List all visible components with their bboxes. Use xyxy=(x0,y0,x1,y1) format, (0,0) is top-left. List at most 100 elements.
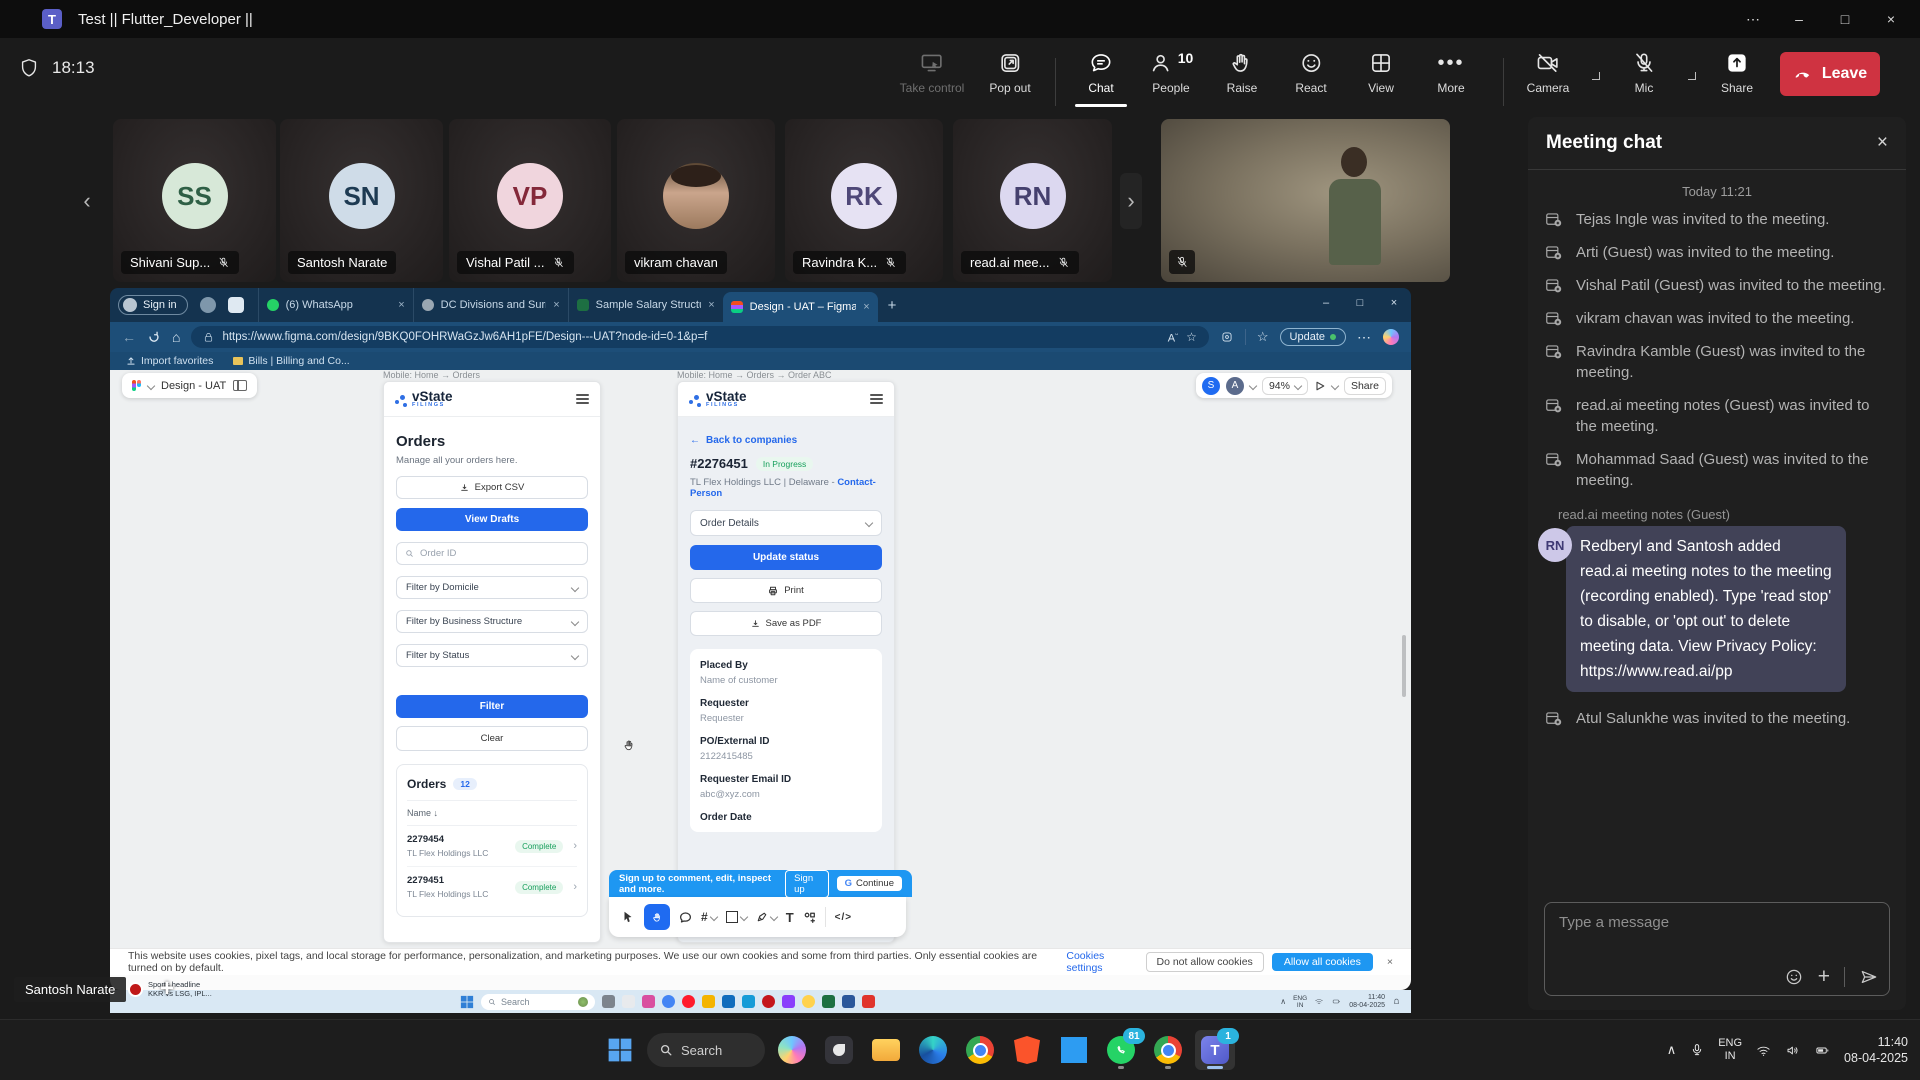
hamburger-menu-icon[interactable] xyxy=(576,391,589,406)
window-more-button[interactable]: ⋯ xyxy=(1730,0,1776,38)
filter-status-select[interactable]: Filter by Status xyxy=(396,644,588,667)
tiles-scroll-right-button[interactable]: › xyxy=(1120,173,1142,229)
home-button[interactable]: ⌂ xyxy=(172,329,180,345)
participant-tile[interactable]: vikram chavan xyxy=(617,119,775,282)
participant-tile[interactable]: VP Vishal Patil ... xyxy=(449,119,611,282)
system-clock[interactable]: 11:4008-04-2025 xyxy=(1844,1034,1908,1066)
zoom-control[interactable]: 94% xyxy=(1262,377,1308,395)
browser-tab[interactable]: (6) WhatsApp× xyxy=(258,288,413,322)
file-explorer-icon[interactable] xyxy=(866,1030,906,1070)
browser-close-button[interactable]: × xyxy=(1377,288,1411,318)
vscode-icon[interactable] xyxy=(1054,1030,1094,1070)
browser-tab[interactable]: DC Divisions and Surroundings× xyxy=(413,288,568,322)
resources-tool[interactable] xyxy=(803,911,816,924)
back-button[interactable]: ← xyxy=(122,329,136,345)
copilot-app-icon[interactable] xyxy=(772,1030,812,1070)
extensions-icon[interactable] xyxy=(1220,330,1234,344)
figma-share-button[interactable]: Share xyxy=(1344,377,1386,395)
raise-hand-button[interactable]: Raise xyxy=(1227,50,1258,95)
participant-tile[interactable]: RK Ravindra K... xyxy=(785,119,943,282)
comment-tool-icon[interactable] xyxy=(679,911,692,924)
taskbar-search[interactable]: Search xyxy=(647,1033,765,1067)
attach-plus-icon[interactable]: + xyxy=(1818,968,1830,986)
collaborator-avatar[interactable]: S xyxy=(1202,377,1220,395)
mic-options-chevron[interactable] xyxy=(1688,72,1696,80)
tray-chevron-icon[interactable]: ∧ xyxy=(1280,997,1286,1006)
order-row[interactable]: 2279454TL Flex Holdings LLC Complete › xyxy=(407,826,577,867)
cookie-close-icon[interactable]: × xyxy=(1387,956,1393,968)
bookmark-import[interactable]: Import favorites xyxy=(126,355,213,367)
column-header[interactable]: Name ↓ xyxy=(407,801,577,826)
figma-doc-pill[interactable]: Design - UAT xyxy=(122,373,257,398)
browser-minimize-button[interactable]: – xyxy=(1309,288,1343,318)
clear-button[interactable]: Clear xyxy=(396,726,588,751)
teams-app-icon[interactable]: T 1 xyxy=(1195,1030,1235,1070)
window-minimize-button[interactable]: – xyxy=(1776,0,1822,38)
workspaces-icon[interactable] xyxy=(200,297,216,313)
taskbar-app-icon[interactable] xyxy=(842,995,855,1008)
tab-close-icon[interactable]: × xyxy=(553,299,559,311)
chrome-profile-icon[interactable] xyxy=(1148,1030,1188,1070)
send-icon[interactable] xyxy=(1859,967,1879,987)
taskbar-app-icon[interactable] xyxy=(702,995,715,1008)
refresh-button[interactable] xyxy=(147,330,161,344)
participant-tile[interactable]: SN Santosh Narate xyxy=(280,119,443,282)
wifi-icon[interactable] xyxy=(1755,1043,1772,1058)
take-control-button[interactable]: Take control xyxy=(900,50,965,95)
save-as-pdf-button[interactable]: Save as PDF xyxy=(690,611,882,636)
more-button[interactable]: ••• More xyxy=(1437,50,1464,95)
language-indicator[interactable]: ENGIN xyxy=(1293,995,1307,1009)
filter-domicile-select[interactable]: Filter by Domicile xyxy=(396,576,588,599)
window-close-button[interactable]: × xyxy=(1868,0,1914,38)
chevron-down-icon[interactable] xyxy=(1331,381,1339,389)
emoji-icon[interactable] xyxy=(1784,967,1804,987)
move-tool-icon[interactable] xyxy=(621,910,635,924)
start-icon[interactable] xyxy=(460,995,474,1009)
signup-button[interactable]: Sign up xyxy=(785,870,828,898)
collaborator-avatar[interactable]: A xyxy=(1226,377,1244,395)
browser-tab-active[interactable]: Design - UAT – Figma× xyxy=(723,292,878,322)
notification-bell-icon[interactable] xyxy=(1392,997,1401,1006)
volume-icon[interactable] xyxy=(1785,1043,1801,1058)
export-csv-button[interactable]: Export CSV xyxy=(396,476,588,499)
back-to-companies-link[interactable]: ←Back to companies xyxy=(690,435,882,446)
order-details-select[interactable]: Order Details xyxy=(690,510,882,536)
share-button[interactable]: Share xyxy=(1721,50,1753,95)
taskbar-app-icon[interactable] xyxy=(682,995,695,1008)
copilot-icon[interactable] xyxy=(1383,329,1399,345)
tab-actions-icon[interactable] xyxy=(228,297,244,313)
text-tool[interactable]: T xyxy=(786,910,794,925)
camera-button[interactable]: Camera xyxy=(1527,50,1570,95)
window-maximize-button[interactable]: □ xyxy=(1822,0,1868,38)
google-continue-button[interactable]: GContinue xyxy=(837,876,902,891)
participant-tile[interactable]: RN read.ai mee... xyxy=(953,119,1112,282)
figma-frame-order-detail[interactable]: vStateFILINGS ←Back to companies #227645… xyxy=(677,381,895,943)
spotlight-tile[interactable] xyxy=(1161,119,1450,282)
hamburger-menu-icon[interactable] xyxy=(870,391,883,406)
frame-label[interactable]: Mobile: Home → Orders → Order ABC xyxy=(677,370,832,380)
print-button[interactable]: Print xyxy=(690,578,882,603)
shape-tool[interactable] xyxy=(726,911,747,923)
favorites-bar-icon[interactable]: ☆ xyxy=(1257,329,1269,345)
address-bar[interactable]: https://www.figma.com/design/9BKQ0FOHRWa… xyxy=(191,326,1208,348)
react-button[interactable]: React xyxy=(1295,50,1326,95)
view-drafts-button[interactable]: View Drafts xyxy=(396,508,588,531)
taskbar-app-icon[interactable] xyxy=(862,995,875,1008)
figma-frame-orders[interactable]: vStateFILINGS Orders Manage all your ord… xyxy=(383,381,601,943)
chevron-down-icon[interactable] xyxy=(147,381,155,389)
taskbar-app-icon[interactable] xyxy=(722,995,735,1008)
taskbar-app-icon[interactable] xyxy=(822,995,835,1008)
filter-button[interactable]: Filter xyxy=(396,695,588,718)
tray-mic-icon[interactable] xyxy=(1689,1042,1705,1058)
deny-cookies-button[interactable]: Do not allow cookies xyxy=(1146,952,1264,972)
frame-tool[interactable]: # xyxy=(701,910,717,924)
browser-tab[interactable]: Sample Salary Structure with calc× xyxy=(568,288,723,322)
chat-message-input[interactable]: Type a message + xyxy=(1544,902,1890,996)
chevron-down-icon[interactable] xyxy=(1249,381,1257,389)
browser-menu-icon[interactable]: ⋯ xyxy=(1357,329,1372,346)
bookmark-bills[interactable]: Bills | Billing and Co... xyxy=(233,355,349,367)
order-id-input[interactable]: Order ID xyxy=(396,542,588,565)
view-button[interactable]: View xyxy=(1368,50,1394,95)
taskbar-app-icon[interactable] xyxy=(622,995,635,1008)
whatsapp-icon[interactable]: 81 xyxy=(1101,1030,1141,1070)
